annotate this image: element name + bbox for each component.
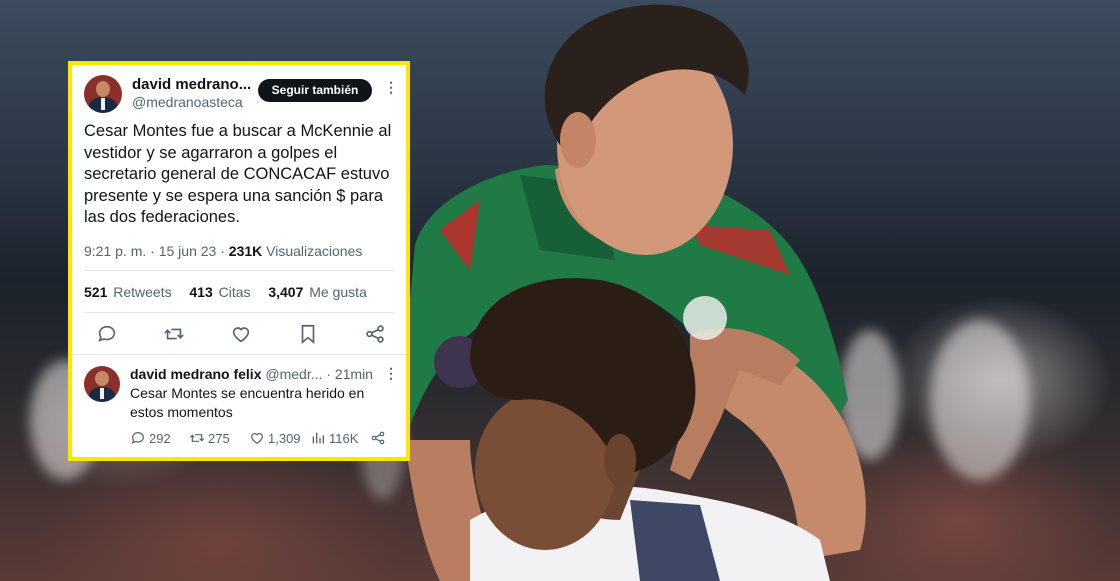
- more-dots-icon[interactable]: ⋮: [384, 79, 398, 96]
- reply-share-icon[interactable]: [370, 430, 386, 446]
- retweet-icon: [189, 434, 205, 442]
- reply-display-name[interactable]: david medrano felix: [130, 366, 261, 382]
- quotes-stat[interactable]: 413 Citas: [189, 284, 250, 300]
- crest-badge: [683, 296, 727, 340]
- mexico-player-ear: [560, 112, 596, 168]
- reply-text: Cesar Montes se encuentra herido en esto…: [130, 385, 365, 420]
- engagement-stats: 521 Retweets 413 Citas 3,407 Me gusta: [84, 284, 367, 300]
- divider: [72, 354, 406, 355]
- like-icon[interactable]: [230, 323, 252, 345]
- reply-time[interactable]: · 21min: [326, 366, 373, 382]
- display-name[interactable]: david medrano...: [132, 76, 251, 93]
- avatar[interactable]: [84, 75, 122, 113]
- retweet-icon[interactable]: [163, 323, 185, 345]
- reply-retweets[interactable]: 275: [189, 430, 230, 446]
- bookmark-icon[interactable]: [297, 323, 319, 345]
- reply-handle[interactable]: @medr...: [265, 366, 322, 382]
- reply-actions: 292 275 1,309 116K: [130, 430, 400, 450]
- reply-more-dots-icon[interactable]: ⋮: [384, 365, 398, 382]
- reply-likes[interactable]: 1,309: [249, 430, 301, 446]
- divider: [84, 312, 394, 313]
- views-icon: [312, 432, 324, 444]
- retweets-stat[interactable]: 521 Retweets: [84, 284, 172, 300]
- tweet-meta: 9:21 p. m. · 15 jun 23 · 231K Visualizac…: [84, 243, 363, 259]
- reply-avatar[interactable]: [84, 366, 120, 402]
- tweet-card: david medrano... @medranoasteca Seguir t…: [68, 61, 410, 461]
- reply-replies[interactable]: 292: [130, 430, 171, 446]
- usa-player-ear: [604, 434, 636, 486]
- share-icon[interactable]: [364, 323, 386, 345]
- divider: [84, 270, 394, 271]
- like-icon: [251, 433, 263, 445]
- reply-views[interactable]: 116K: [310, 430, 358, 446]
- reply-icon: [131, 432, 144, 444]
- handle[interactable]: @medranoasteca: [132, 94, 243, 110]
- tweet-date[interactable]: 15 jun 23: [159, 243, 217, 259]
- tweet-text: Cesar Montes fue a buscar a McKennie al …: [84, 122, 392, 226]
- views-count: 231K: [228, 243, 263, 259]
- reply-header: david medrano felix @medr... · 21min: [130, 366, 373, 382]
- likes-stat[interactable]: 3,407 Me gusta: [268, 284, 367, 300]
- views-label: Visualizaciones: [266, 243, 363, 259]
- tweet-time[interactable]: 9:21 p. m.: [84, 243, 146, 259]
- tweet-actions: [72, 320, 406, 350]
- reply-icon[interactable]: [96, 323, 118, 345]
- follow-button[interactable]: Seguir también: [258, 79, 372, 102]
